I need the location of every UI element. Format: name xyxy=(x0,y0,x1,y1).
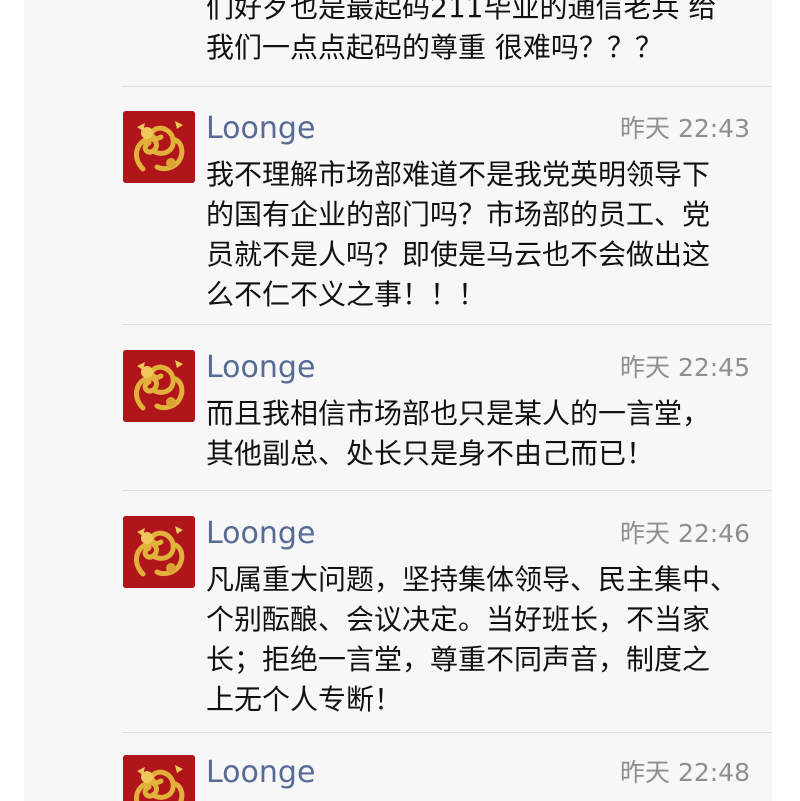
user-avatar[interactable] xyxy=(123,350,195,422)
comment-text-line: 们好歹也是最起码211毕业的通信老兵 给 xyxy=(206,0,717,24)
divider xyxy=(122,86,772,87)
comment-time: 昨天 22:45 xyxy=(620,353,750,382)
comment-text-line: 员就不是人吗？即使是马云也不会做出这 xyxy=(206,238,711,271)
comment-time: 昨天 22:43 xyxy=(620,114,750,143)
comment-text-line: 长；拒绝一言堂，尊重不同声音，制度之 xyxy=(206,643,711,676)
comment-time: 昨天 22:46 xyxy=(620,519,750,548)
comment-text: 我不理解市场部难道不是我党英明领导下 的国有企业的部门吗？市场部的员工、党 员就… xyxy=(206,155,754,315)
comment-text: 而且我相信市场部也只是某人的一言堂， 其他副总、处长只是身不由己而已！ xyxy=(206,394,754,474)
divider xyxy=(122,490,772,491)
user-avatar[interactable] xyxy=(123,516,195,588)
comment-author[interactable]: Loonge xyxy=(206,755,315,791)
comment-text-line: 么不仁不义之事！！！ xyxy=(206,278,487,311)
comment-text-line: 我们一点点起码的尊重 很难吗？？？ xyxy=(206,31,663,64)
comment-text-line: 而且我相信市场部也只是某人的一言堂， xyxy=(206,397,711,430)
comment-panel: 们好歹也是最起码211毕业的通信老兵 给 我们一点点起码的尊重 很难吗？？？ L… xyxy=(24,0,772,801)
golden-dragon-avatar-icon xyxy=(123,350,195,422)
golden-dragon-avatar-icon xyxy=(123,755,195,801)
golden-dragon-avatar-icon xyxy=(123,111,195,183)
divider xyxy=(122,732,772,733)
comment-author[interactable]: Loonge xyxy=(206,350,315,386)
comment-time: 昨天 22:48 xyxy=(620,758,750,787)
comment-text: 凡属重大问题，坚持集体领导、民主集中、 个别酝酿、会议决定。当好班长，不当家 长… xyxy=(206,560,754,720)
comment-text-line: 个别酝酿、会议决定。当好班长，不当家 xyxy=(206,603,711,636)
comment-text: 们好歹也是最起码211毕业的通信老兵 给 我们一点点起码的尊重 很难吗？？？ xyxy=(206,0,754,68)
comment-text-line: 上无个人专断！ xyxy=(206,683,403,716)
comment-author[interactable]: Loonge xyxy=(206,516,315,552)
comment-text-line: 凡属重大问题，坚持集体领导、民主集中、 xyxy=(206,563,739,596)
golden-dragon-avatar-icon xyxy=(123,516,195,588)
comment-author[interactable]: Loonge xyxy=(206,111,315,147)
divider xyxy=(122,324,772,325)
comment-text-line: 的国有企业的部门吗？市场部的员工、党 xyxy=(206,198,711,231)
comment-text-line: 其他副总、处长只是身不由己而已！ xyxy=(206,437,655,470)
user-avatar[interactable] xyxy=(123,111,195,183)
comment-text-line: 我不理解市场部难道不是我党英明领导下 xyxy=(206,158,711,191)
user-avatar[interactable] xyxy=(123,755,195,801)
